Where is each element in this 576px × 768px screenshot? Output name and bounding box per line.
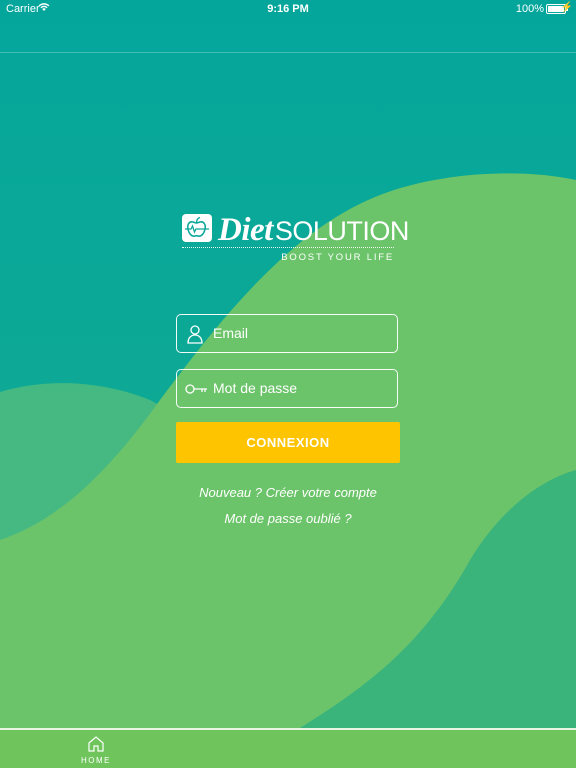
email-field[interactable]: [176, 314, 398, 353]
logo-wordmark: DietSOLUTION: [218, 210, 409, 250]
battery-percent: 100%: [515, 3, 544, 15]
password-input[interactable]: [213, 370, 393, 406]
logo-tagline: BOOST YOUR LIFE: [281, 252, 394, 263]
password-field[interactable]: [176, 369, 398, 408]
key-icon: [185, 379, 209, 404]
status-bar: Carrier 9:16 PM 100% ⚡: [0, 0, 576, 18]
login-button[interactable]: CONNEXION: [176, 422, 400, 463]
header-divider: [0, 52, 576, 53]
tab-bar: HOME: [0, 728, 576, 768]
apple-heartbeat-icon: [182, 214, 212, 242]
logo-solution-text: SOLUTION: [274, 216, 410, 246]
app-logo: DietSOLUTION BOOST YOUR LIFE: [182, 210, 409, 266]
signup-link[interactable]: Nouveau ? Créer votre compte: [0, 485, 576, 500]
status-time: 9:16 PM: [267, 3, 309, 15]
home-icon: [88, 736, 104, 752]
charging-bolt-icon: ⚡: [560, 2, 573, 13]
tab-home[interactable]: HOME: [72, 730, 120, 768]
logo-dotted-rule: [182, 247, 394, 248]
email-input[interactable]: [213, 315, 393, 351]
forgot-password-link[interactable]: Mot de passe oublié ?: [0, 511, 576, 526]
logo-diet-text: Diet: [218, 212, 273, 248]
tab-home-label: HOME: [81, 756, 111, 765]
user-icon: [185, 324, 205, 349]
